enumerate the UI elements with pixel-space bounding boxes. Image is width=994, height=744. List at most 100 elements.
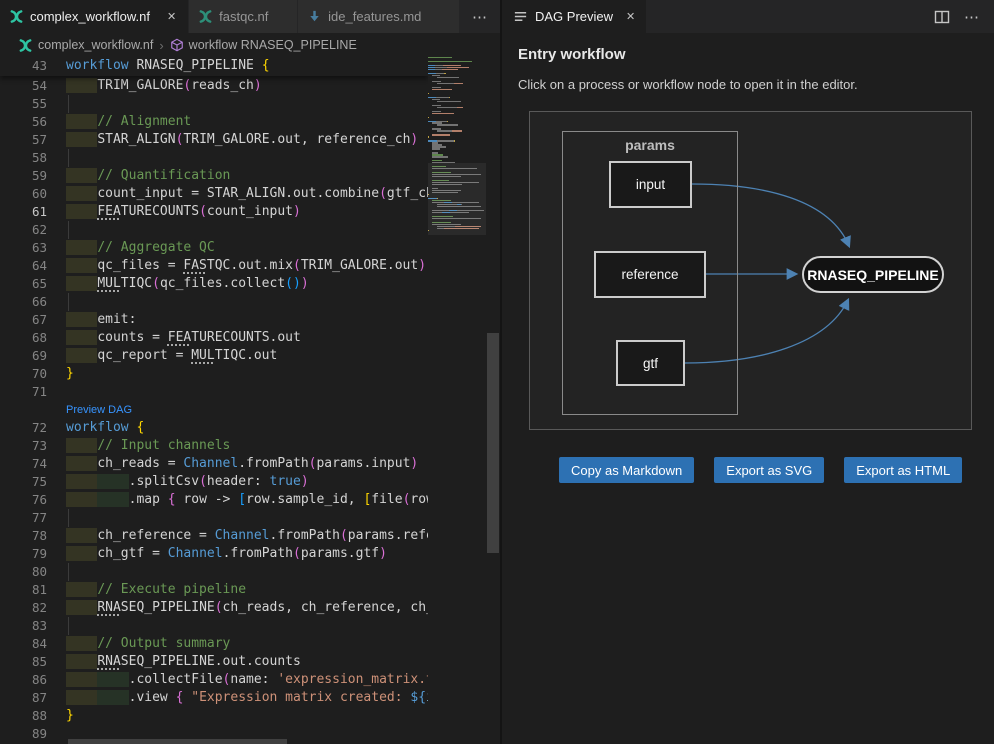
tab-dag-preview[interactable]: DAG Preview ✕ [502,0,646,33]
export-as-html-button[interactable]: Export as HTML [844,457,962,483]
line-number: 57 [0,131,56,149]
code-line[interactable] [56,509,428,527]
sticky-scroll-line[interactable]: 43workflow RNASEQ_PIPELINE { [0,57,428,76]
code-line[interactable]: .splitCsv(header: true) [56,473,428,491]
minimap-viewport[interactable] [428,163,486,235]
code-line[interactable]: // Alignment [56,113,428,131]
code-line[interactable]: ch_reference = Channel.fromPath(params.r… [56,527,428,545]
token: () [285,276,301,291]
panel-tab-close-icon[interactable]: ✕ [626,10,635,23]
code-line[interactable]: .map { row -> [row.sample_id, [file(row.… [56,491,428,509]
line-number: 84 [0,635,56,653]
token: ) [410,456,418,471]
symbol-workflow-icon [170,38,184,52]
codelens[interactable]: Preview DAG [56,401,428,419]
token: SEQ_PIPELINE [121,600,215,615]
code-line[interactable]: RNASEQ_PIPELINE(ch_reads, ch_reference, … [56,599,428,617]
panel-more-actions[interactable]: ⋯ [964,8,980,26]
code-line[interactable] [56,293,428,311]
preview-list-icon [513,9,528,24]
tab-label: ide_features.md [328,9,421,24]
markdown-file-icon [307,9,322,24]
export-buttons: Copy as Markdown Export as SVG Export as H… [559,457,978,483]
tab-ide_features-md[interactable]: ide_features.md [298,0,460,33]
breadcrumb-file[interactable]: complex_workflow.nf [38,38,153,52]
tab-bar-more-icon[interactable]: ⋯ [460,0,500,33]
horizontal-scrollbar[interactable] [0,739,428,744]
dag-node-input[interactable]: input [609,161,692,208]
token: FEA [97,204,120,219]
indent-highlight [66,78,97,93]
line-number: 71 [0,383,56,401]
indent-highlight [66,456,97,471]
tab-complex_workflow-nf[interactable]: complex_workflow.nf✕ [0,0,189,33]
code-line[interactable]: ch_gtf = Channel.fromPath(params.gtf) [56,545,428,563]
code-line[interactable]: STAR_ALIGN(TRIM_GALORE.out, reference_ch… [56,131,428,149]
code-line[interactable]: // Input channels [56,437,428,455]
code-line[interactable]: qc_report = MULTIQC.out [56,347,428,365]
token: qc_files.collect [160,276,285,291]
code-line[interactable]: RNASEQ_PIPELINE.out.counts [56,653,428,671]
vertical-scrollbar-slider[interactable] [487,333,499,553]
code-line[interactable]: // Quantification [56,167,428,185]
line-number: 63 [0,239,56,257]
editor-group-left: complex_workflow.nf✕ fastqc.nf ide_featu… [0,0,500,744]
code-line[interactable]: workflow { [56,419,428,437]
token: RNASEQ_PIPELINE [129,58,262,73]
minimap[interactable] [428,57,486,744]
token: ( [215,600,223,615]
indent-highlight [66,168,97,183]
code-line[interactable]: workflow RNASEQ_PIPELINE { [56,57,428,76]
tab-close-icon[interactable]: ✕ [164,9,179,24]
token: reads_ch [191,78,254,93]
indent-highlight [66,114,97,129]
token: ch_reference = [97,528,214,543]
copy-as-markdown-button[interactable]: Copy as Markdown [559,457,694,483]
nextflow-file-icon [9,9,24,24]
token: TQC.out.mix [207,258,293,273]
panel-body: Entry workflow Click on a process or wor… [502,33,994,744]
code-line[interactable] [56,563,428,581]
tab-fastqc-nf[interactable]: fastqc.nf [189,0,298,33]
codelens-preview-dag-link[interactable]: Preview DAG [66,404,132,416]
code-line[interactable]: qc_files = FASTQC.out.mix(TRIM_GALORE.ou… [56,257,428,275]
code-line[interactable] [56,149,428,167]
code-line[interactable]: // Execute pipeline [56,581,428,599]
code-line[interactable]: counts = FEATURECOUNTS.out [56,329,428,347]
horizontal-scrollbar-slider[interactable] [68,739,287,744]
indent-highlight [66,312,97,327]
code-line[interactable] [56,617,428,635]
dag-node-rnaseq-pipeline[interactable]: RNASEQ_PIPELINE [802,256,944,293]
code-line[interactable]: } [56,365,428,383]
split-editor-icon[interactable] [934,9,950,25]
code-line[interactable] [56,383,428,401]
dag-node-gtf[interactable]: gtf [616,340,685,386]
indent-highlight [97,672,128,687]
code-line[interactable]: count_input = STAR_ALIGN.out.combine(gtf… [56,185,428,203]
code-line[interactable]: FEATURECOUNTS(count_input) [56,203,428,221]
token: count_input = STAR_ALIGN.out.combine [97,186,379,201]
code-area[interactable]: 43workflow RNASEQ_PIPELINE { 54 TRIM_GAL… [0,57,428,744]
code-line[interactable] [56,95,428,113]
code-line[interactable]: // Output summary [56,635,428,653]
code-line[interactable] [56,221,428,239]
line-number: 75 [0,473,56,491]
code-line[interactable]: .view { "Expression matrix created: ${it… [56,689,428,707]
breadcrumb-symbol[interactable]: workflow RNASEQ_PIPELINE [189,38,357,52]
indent-guide [68,563,69,581]
export-as-svg-button[interactable]: Export as SVG [714,457,824,483]
code-line[interactable]: emit: [56,311,428,329]
token: ( [293,258,301,273]
dag-node-reference[interactable]: reference [594,251,706,298]
code-line[interactable]: ch_reads = Channel.fromPath(params.input… [56,455,428,473]
token: MUL [97,276,120,291]
vertical-scrollbar[interactable] [486,57,500,744]
code-line[interactable]: .collectFile(name: 'expression_matrix.tx… [56,671,428,689]
code-line[interactable]: } [56,707,428,725]
line-number: 58 [0,149,56,167]
code-line[interactable]: // Aggregate QC [56,239,428,257]
code-line[interactable]: MULTIQC(qc_files.collect()) [56,275,428,293]
line-number: 76 [0,491,56,509]
code-line[interactable]: TRIM_GALORE(reads_ch) [56,77,428,95]
code-editor: 43workflow RNASEQ_PIPELINE { 54 TRIM_GAL… [0,57,500,744]
